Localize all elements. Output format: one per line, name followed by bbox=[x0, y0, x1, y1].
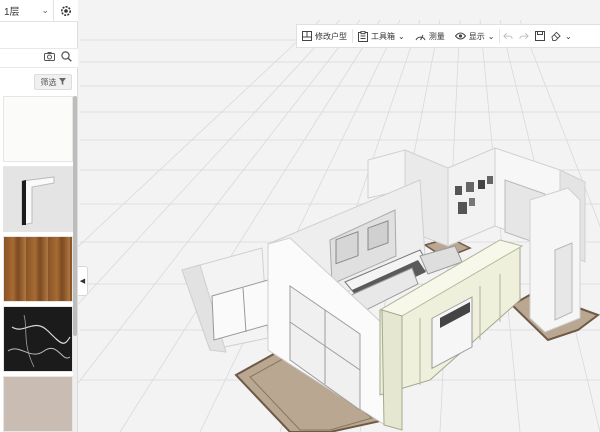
measure-icon bbox=[415, 34, 426, 41]
edit-layout-button[interactable]: 修改户型 bbox=[297, 24, 352, 48]
display-label: 显示 bbox=[468, 31, 485, 41]
material-thumbnail-white[interactable] bbox=[3, 96, 73, 162]
display-button[interactable]: 显示 ⌄ bbox=[450, 24, 500, 48]
eye-icon bbox=[454, 32, 466, 40]
camera-icon[interactable] bbox=[44, 52, 55, 64]
filter-button[interactable]: 筛选 bbox=[34, 74, 72, 90]
material-thumbnail-wood-floor[interactable] bbox=[3, 236, 73, 302]
left-sidebar: 1层 ⌄ 筛选 bbox=[0, 0, 78, 432]
floorplan-3d-render[interactable] bbox=[0, 0, 600, 432]
material-thumbnail-black-marble[interactable] bbox=[3, 306, 73, 372]
chevron-down-icon[interactable]: ⌄ bbox=[564, 24, 572, 48]
3d-viewport[interactable] bbox=[0, 0, 600, 432]
floor-select-value: 1层 bbox=[4, 7, 20, 18]
undo-icon[interactable] bbox=[500, 24, 516, 48]
gear-icon[interactable] bbox=[54, 0, 78, 22]
chevron-down-icon: ⌄ bbox=[398, 31, 405, 41]
filter-label: 筛选 bbox=[40, 77, 57, 87]
clipboard-icon bbox=[358, 30, 368, 42]
measure-button[interactable]: 测量 bbox=[410, 24, 450, 48]
search-icon[interactable] bbox=[61, 51, 72, 65]
material-thumbnail-beige[interactable] bbox=[3, 376, 73, 432]
sidebar-scrollbar[interactable] bbox=[73, 96, 77, 432]
collapse-panel-toggle[interactable]: ◀ bbox=[78, 266, 88, 296]
chevron-down-icon: ⌄ bbox=[487, 31, 495, 41]
material-thumbnail-baseboard[interactable] bbox=[3, 166, 73, 232]
eraser-icon[interactable] bbox=[548, 24, 564, 48]
floorplan-icon bbox=[302, 31, 312, 41]
chevron-down-icon: ⌄ bbox=[41, 5, 49, 15]
floor-bar: 1层 ⌄ bbox=[0, 0, 78, 22]
floor-select[interactable]: 1层 ⌄ bbox=[0, 0, 54, 22]
save-icon[interactable] bbox=[532, 24, 548, 48]
caret-left-icon: ◀ bbox=[79, 278, 86, 285]
edit-layout-label: 修改户型 bbox=[315, 31, 347, 41]
toolbox-label: 工具箱 bbox=[371, 31, 395, 41]
redo-icon[interactable] bbox=[516, 24, 532, 48]
measure-label: 测量 bbox=[428, 31, 445, 41]
funnel-icon bbox=[58, 77, 66, 87]
top-toolbar: 修改户型 工具箱 ⌄ 测量 显示 ⌄ ⌄ bbox=[296, 24, 600, 48]
toolbox-button[interactable]: 工具箱 ⌄ bbox=[353, 24, 410, 48]
scrollbar-thumb[interactable] bbox=[73, 96, 77, 336]
material-thumbnail-list bbox=[0, 96, 73, 432]
search-bar[interactable] bbox=[0, 48, 78, 68]
